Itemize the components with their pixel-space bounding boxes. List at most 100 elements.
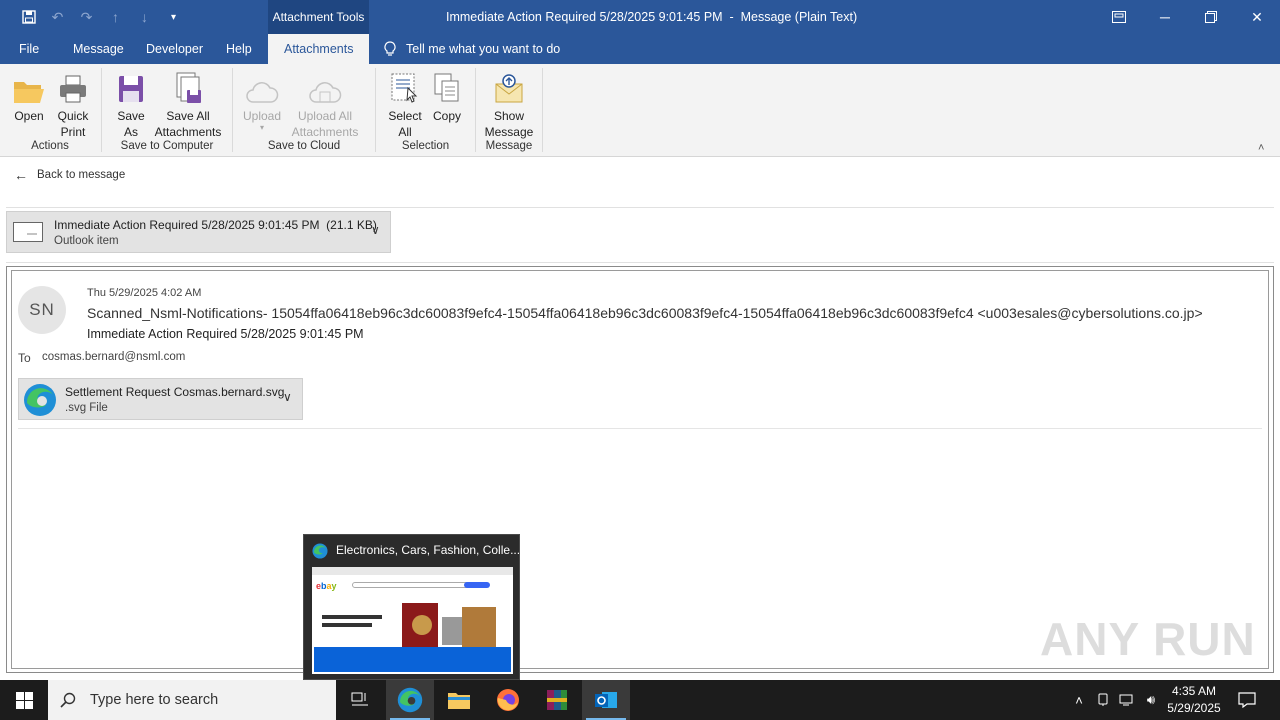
save-all-attachments-button[interactable]: Save All Attachments (152, 68, 224, 140)
back-to-message-link[interactable]: ← Back to message (14, 167, 125, 183)
chevron-down-icon[interactable]: ∨ (283, 390, 292, 404)
search-placeholder: Type here to search (90, 692, 219, 708)
quick-access-toolbar: ↶ ↷ ↑ ↓ ▾ (14, 0, 188, 34)
firefox-icon (497, 689, 519, 711)
upload-all-attachments-button[interactable]: Upload All Attachments (284, 68, 366, 140)
network-icon[interactable] (1116, 680, 1138, 720)
divider (18, 428, 1262, 429)
restore-icon[interactable] (1188, 0, 1234, 34)
title-bar: ↶ ↷ ↑ ↓ ▾ Attachment Tools Immediate Act… (0, 0, 1280, 34)
back-to-message-text: Back to message (37, 169, 126, 181)
actions-group-label: Actions (31, 140, 69, 152)
redo-icon[interactable]: ↷ (72, 0, 101, 34)
printer-icon (60, 75, 86, 103)
collapse-ribbon-icon[interactable]: ˄ (1258, 142, 1264, 154)
open-button[interactable]: Open (8, 68, 50, 124)
outlook-item-attachment[interactable]: Immediate Action Required 5/28/2025 9:01… (6, 211, 391, 253)
group-divider (232, 68, 233, 152)
lightbulb-icon (384, 41, 396, 56)
task-view-button[interactable] (336, 680, 384, 720)
group-divider (375, 68, 376, 152)
previous-item-icon[interactable]: ↑ (101, 0, 130, 34)
preview-title: Electronics, Cars, Fashion, Colle... (336, 543, 521, 557)
save-all-label-1: Save All (166, 109, 210, 123)
taskbar-outlook[interactable] (582, 680, 630, 720)
chevron-down-icon[interactable]: ∨ (371, 223, 380, 237)
taskbar-search-box[interactable]: Type here to search (48, 680, 336, 720)
taskbar-preview-edge[interactable]: Electronics, Cars, Fashion, Colle... eba… (303, 534, 520, 680)
outlook-item-type: Outlook item (54, 235, 119, 247)
clock-time: 4:35 AM (1171, 684, 1217, 698)
taskbar-edge[interactable] (386, 680, 434, 720)
show-message-label-1: Show (493, 109, 525, 123)
message-sender[interactable]: Scanned_Nsml-Notifications- 15054ffa0641… (87, 305, 1203, 321)
save-to-cloud-group-label: Save to Cloud (267, 140, 341, 152)
save-to-computer-group-label: Save to Computer (120, 140, 214, 152)
tab-attachments[interactable]: Attachments (268, 34, 370, 64)
notification-center-icon[interactable] (1234, 680, 1260, 720)
edge-icon (24, 384, 56, 416)
search-icon (60, 692, 76, 708)
tab-help[interactable]: Help (226, 34, 252, 64)
copy-label: Copy (432, 109, 461, 123)
windows-logo-icon (15, 691, 33, 709)
divider (6, 207, 1274, 208)
tell-me-box[interactable]: Tell me what you want to do (384, 34, 560, 64)
taskbar-file-explorer[interactable] (435, 680, 483, 720)
save-as-button[interactable]: Save As (110, 68, 152, 140)
taskbar-firefox[interactable] (484, 680, 532, 720)
folder-open-icon (14, 82, 44, 103)
message-recipient[interactable]: cosmas.bernard@nsml.com (42, 351, 185, 363)
quick-print-label-1: Quick (57, 109, 89, 123)
avatar: SN (18, 286, 66, 334)
save-as-icon (119, 76, 143, 102)
svg-attachment[interactable]: Settlement Request Cosmas.bernard.svg .s… (18, 378, 303, 420)
taskbar-winrar[interactable] (533, 680, 581, 720)
open-label: Open (14, 109, 44, 123)
tab-developer[interactable]: Developer (146, 34, 203, 64)
customize-toolbar-icon[interactable]: ▾ (159, 0, 188, 34)
ribbon-display-options-icon[interactable] (1096, 0, 1142, 34)
show-message-button[interactable]: Show Message (482, 68, 536, 140)
selection-group-label: Selection (401, 140, 450, 152)
show-hidden-icons[interactable]: ˄ (1068, 680, 1090, 720)
select-all-button[interactable]: Select All (384, 68, 426, 140)
envelope-icon (13, 222, 43, 242)
next-item-icon[interactable]: ↓ (130, 0, 159, 34)
copy-button[interactable]: Copy (428, 68, 466, 124)
outlook-item-name: Immediate Action Required 5/28/2025 9:01… (54, 218, 377, 232)
upload-button[interactable]: Upload ▾ (238, 68, 286, 132)
upload-dropdown-icon: ▾ (259, 123, 264, 132)
window-title: Immediate Action Required 5/28/2025 9:01… (446, 10, 858, 24)
start-button[interactable] (0, 680, 48, 720)
save-icon[interactable] (14, 0, 43, 34)
undo-icon[interactable]: ↶ (43, 0, 72, 34)
show-message-icon (495, 74, 523, 103)
svg-attachment-name: Settlement Request Cosmas.bernard.svg (65, 385, 285, 399)
upload-label: Upload (242, 109, 282, 123)
group-divider (101, 68, 102, 152)
tab-message[interactable]: Message (73, 34, 124, 64)
quick-print-button[interactable]: Quick Print (52, 68, 94, 140)
preview-image: ebay (312, 567, 513, 674)
clock-date: 5/29/2025 (1167, 701, 1221, 715)
folder-icon (448, 693, 470, 709)
group-divider (542, 68, 543, 152)
edge-icon (397, 687, 423, 713)
close-icon[interactable]: ✕ (1234, 0, 1280, 34)
arrow-left-icon: ← (14, 167, 28, 183)
cloud-upload-icon (246, 82, 279, 103)
outlook-icon (595, 692, 617, 708)
minimize-icon[interactable]: ─ (1142, 0, 1188, 34)
message-date: Thu 5/29/2025 4:02 AM (87, 287, 202, 299)
taskbar: Type here to search ˄ 🔊︎ 4:35 AM 5/29/20… (0, 680, 1280, 720)
ribbon: Open Quick Print Actions Save As Save Al… (0, 64, 1280, 157)
network-device-icon[interactable] (1092, 680, 1114, 720)
task-view-icon (351, 692, 368, 706)
winrar-icon (547, 690, 567, 710)
select-all-label-2: All (398, 125, 412, 139)
volume-icon[interactable]: 🔊︎ (1140, 680, 1162, 720)
group-divider (475, 68, 476, 152)
tab-file[interactable]: File (19, 34, 39, 64)
system-clock[interactable]: 4:35 AM 5/29/2025 (1162, 683, 1226, 717)
